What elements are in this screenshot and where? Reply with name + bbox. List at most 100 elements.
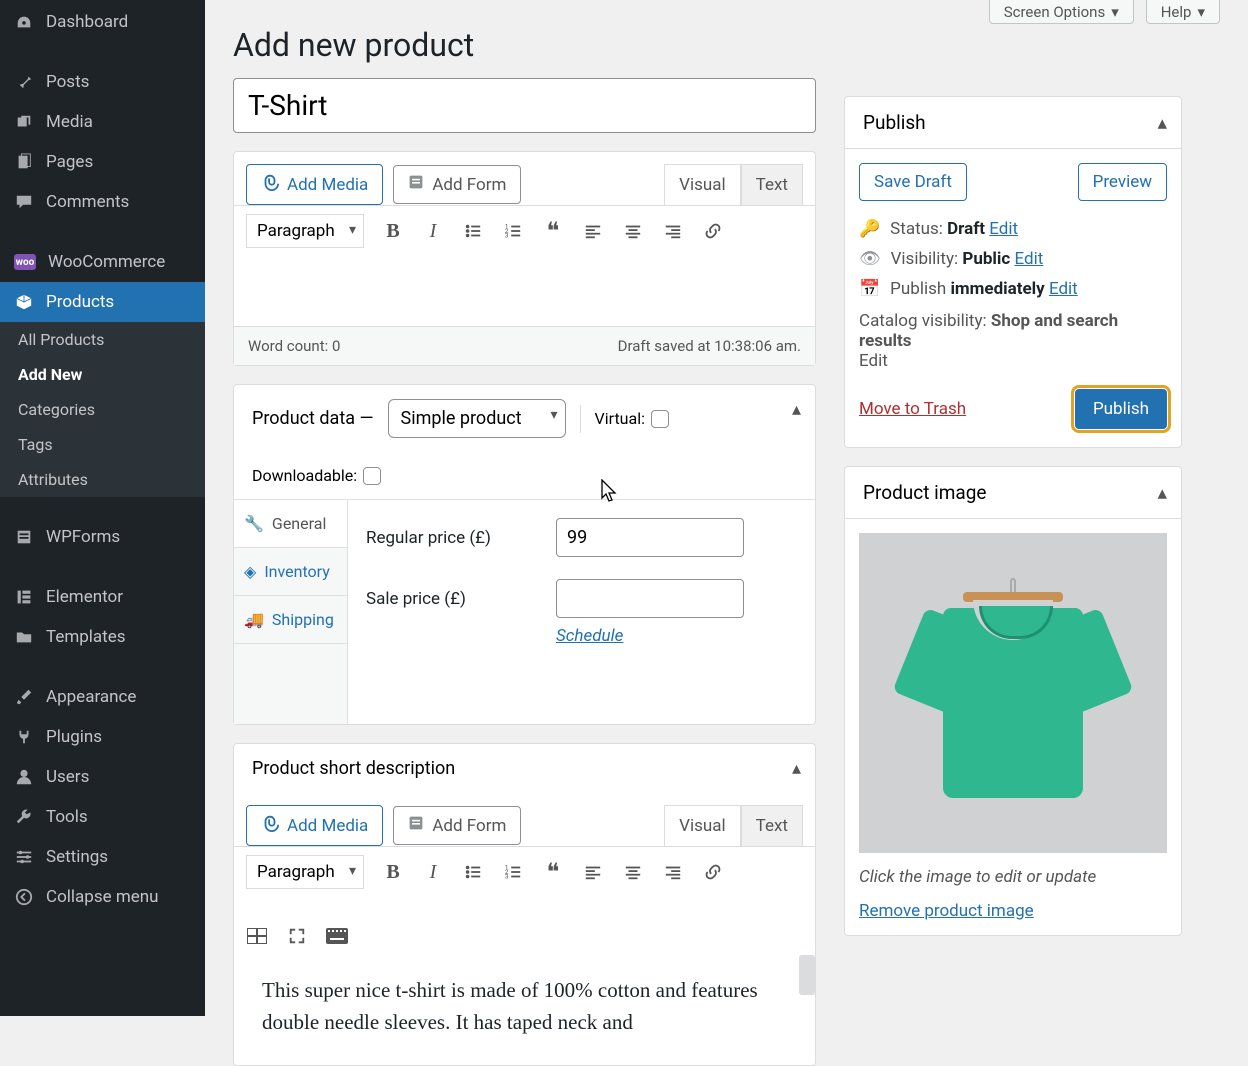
main-editor: Add Media Add Form Visual Text Paragraph… bbox=[233, 151, 816, 366]
submenu-all-products[interactable]: All Products bbox=[0, 322, 205, 357]
submenu-attributes[interactable]: Attributes bbox=[0, 462, 205, 497]
sidebar-item-media[interactable]: Media bbox=[0, 102, 205, 142]
save-draft-button[interactable]: Save Draft bbox=[859, 163, 967, 201]
align-center-icon[interactable] bbox=[622, 220, 644, 242]
sidebar-label: Pages bbox=[46, 152, 93, 172]
pd-tab-inventory[interactable]: ◈Inventory bbox=[234, 548, 347, 596]
align-right-icon[interactable] bbox=[662, 861, 684, 883]
sale-price-input[interactable] bbox=[556, 579, 744, 618]
form-icon bbox=[408, 174, 424, 195]
collapse-icon[interactable]: ▴ bbox=[1157, 111, 1167, 134]
product-data-box: Product data — Simple product Virtual: ▴… bbox=[233, 384, 816, 725]
short-description-box: Product short description ▴ Add Media Ad… bbox=[233, 743, 816, 1066]
elementor-icon bbox=[14, 587, 34, 607]
admin-sidebar: Dashboard Posts Media Pages Comments woo… bbox=[0, 0, 205, 1016]
sidebar-item-comments[interactable]: Comments bbox=[0, 182, 205, 222]
main-content: Screen Options ▾ Help ▾ Add new product … bbox=[205, 0, 1248, 1016]
settings-icon bbox=[14, 847, 34, 867]
submenu-categories[interactable]: Categories bbox=[0, 392, 205, 427]
pd-tab-shipping[interactable]: 🚚Shipping bbox=[234, 596, 347, 644]
link-icon[interactable] bbox=[702, 220, 724, 242]
sidebar-label: Settings bbox=[46, 847, 108, 867]
schedule-link[interactable]: Schedule bbox=[556, 626, 623, 646]
fullscreen-icon[interactable] bbox=[286, 925, 308, 947]
sidebar-item-users[interactable]: Users bbox=[0, 757, 205, 797]
downloadable-checkbox[interactable] bbox=[363, 467, 381, 485]
italic-icon[interactable]: I bbox=[422, 861, 444, 883]
sidebar-collapse[interactable]: Collapse menu bbox=[0, 877, 205, 917]
align-left-icon[interactable] bbox=[582, 220, 604, 242]
submenu-add-new[interactable]: Add New bbox=[0, 357, 205, 392]
edit-visibility-link[interactable]: Edit bbox=[1014, 249, 1043, 269]
bullet-list-icon[interactable] bbox=[462, 220, 484, 242]
sidebar-item-appearance[interactable]: Appearance bbox=[0, 677, 205, 717]
add-form-button[interactable]: Add Form bbox=[393, 165, 521, 204]
collapse-icon[interactable]: ▴ bbox=[792, 399, 801, 420]
sidebar-item-wpforms[interactable]: WPForms bbox=[0, 517, 205, 557]
link-icon[interactable] bbox=[702, 861, 724, 883]
pd-tab-general[interactable]: 🔧General bbox=[234, 500, 347, 548]
sidebar-item-plugins[interactable]: Plugins bbox=[0, 717, 205, 757]
sidebar-item-settings[interactable]: Settings bbox=[0, 837, 205, 877]
screen-options-button[interactable]: Screen Options ▾ bbox=[989, 0, 1134, 24]
help-button[interactable]: Help ▾ bbox=[1146, 0, 1220, 24]
sidebar-item-dashboard[interactable]: Dashboard bbox=[0, 2, 205, 42]
add-media-button-2[interactable]: Add Media bbox=[246, 805, 383, 846]
submenu-tags[interactable]: Tags bbox=[0, 427, 205, 462]
edit-status-link[interactable]: Edit bbox=[989, 219, 1018, 239]
sidebar-item-woocommerce[interactable]: wooWooCommerce bbox=[0, 242, 205, 282]
product-image-thumbnail[interactable] bbox=[859, 533, 1167, 853]
align-right-icon[interactable] bbox=[662, 220, 684, 242]
sale-price-label: Sale price (£) bbox=[366, 589, 556, 609]
editor-toolbar: Paragraph B I 123 ❝ bbox=[234, 205, 815, 256]
virtual-label: Virtual: bbox=[595, 409, 669, 428]
sidebar-label: Templates bbox=[46, 627, 126, 647]
number-list-icon[interactable]: 123 bbox=[502, 861, 524, 883]
sidebar-item-templates[interactable]: Templates bbox=[0, 617, 205, 657]
edit-catalog-link[interactable]: Edit bbox=[859, 351, 888, 371]
italic-icon[interactable]: I bbox=[422, 220, 444, 242]
collapse-icon[interactable]: ▴ bbox=[792, 758, 801, 779]
sidebar-label: Posts bbox=[46, 72, 89, 92]
editor-body[interactable] bbox=[234, 256, 815, 326]
bold-icon[interactable]: B bbox=[382, 220, 404, 242]
format-select[interactable]: Paragraph bbox=[246, 214, 364, 248]
remove-product-image-link[interactable]: Remove product image bbox=[859, 901, 1034, 921]
bold-icon[interactable]: B bbox=[382, 861, 404, 883]
regular-price-input[interactable] bbox=[556, 518, 744, 557]
product-type-select[interactable]: Simple product bbox=[388, 399, 566, 438]
truck-icon: 🚚 bbox=[244, 610, 264, 629]
virtual-checkbox[interactable] bbox=[651, 410, 669, 428]
sidebar-item-products[interactable]: Products bbox=[0, 282, 205, 322]
woo-icon: woo bbox=[14, 254, 36, 270]
align-center-icon[interactable] bbox=[622, 861, 644, 883]
add-media-button[interactable]: Add Media bbox=[246, 164, 383, 205]
dashboard-icon bbox=[14, 12, 34, 32]
sidebar-item-elementor[interactable]: Elementor bbox=[0, 577, 205, 617]
product-title-input[interactable] bbox=[233, 78, 816, 133]
sidebar-item-posts[interactable]: Posts bbox=[0, 62, 205, 102]
table-icon[interactable] bbox=[246, 925, 268, 947]
short-desc-body[interactable]: This super nice t-shirt is made of 100% … bbox=[234, 955, 815, 1058]
tab-visual[interactable]: Visual bbox=[664, 164, 740, 205]
move-to-trash-link[interactable]: Move to Trash bbox=[859, 399, 966, 419]
bullet-list-icon[interactable] bbox=[462, 861, 484, 883]
edit-publish-link[interactable]: Edit bbox=[1049, 279, 1078, 299]
number-list-icon[interactable]: 123 bbox=[502, 220, 524, 242]
format-select-2[interactable]: Paragraph bbox=[246, 855, 364, 889]
tab-text[interactable]: Text bbox=[741, 164, 803, 205]
preview-button[interactable]: Preview bbox=[1078, 163, 1167, 201]
keyboard-icon[interactable] bbox=[326, 925, 348, 947]
collapse-icon[interactable]: ▴ bbox=[1157, 481, 1167, 504]
sidebar-item-tools[interactable]: Tools bbox=[0, 797, 205, 837]
tab-text-2[interactable]: Text bbox=[741, 805, 803, 846]
word-count: Word count: 0 bbox=[248, 337, 340, 355]
align-left-icon[interactable] bbox=[582, 861, 604, 883]
publish-button[interactable]: Publish bbox=[1075, 389, 1167, 429]
add-form-button-2[interactable]: Add Form bbox=[393, 806, 521, 845]
quote-icon[interactable]: ❝ bbox=[542, 861, 564, 883]
quote-icon[interactable]: ❝ bbox=[542, 220, 564, 242]
user-icon bbox=[14, 767, 34, 787]
sidebar-item-pages[interactable]: Pages bbox=[0, 142, 205, 182]
tab-visual-2[interactable]: Visual bbox=[664, 805, 740, 846]
